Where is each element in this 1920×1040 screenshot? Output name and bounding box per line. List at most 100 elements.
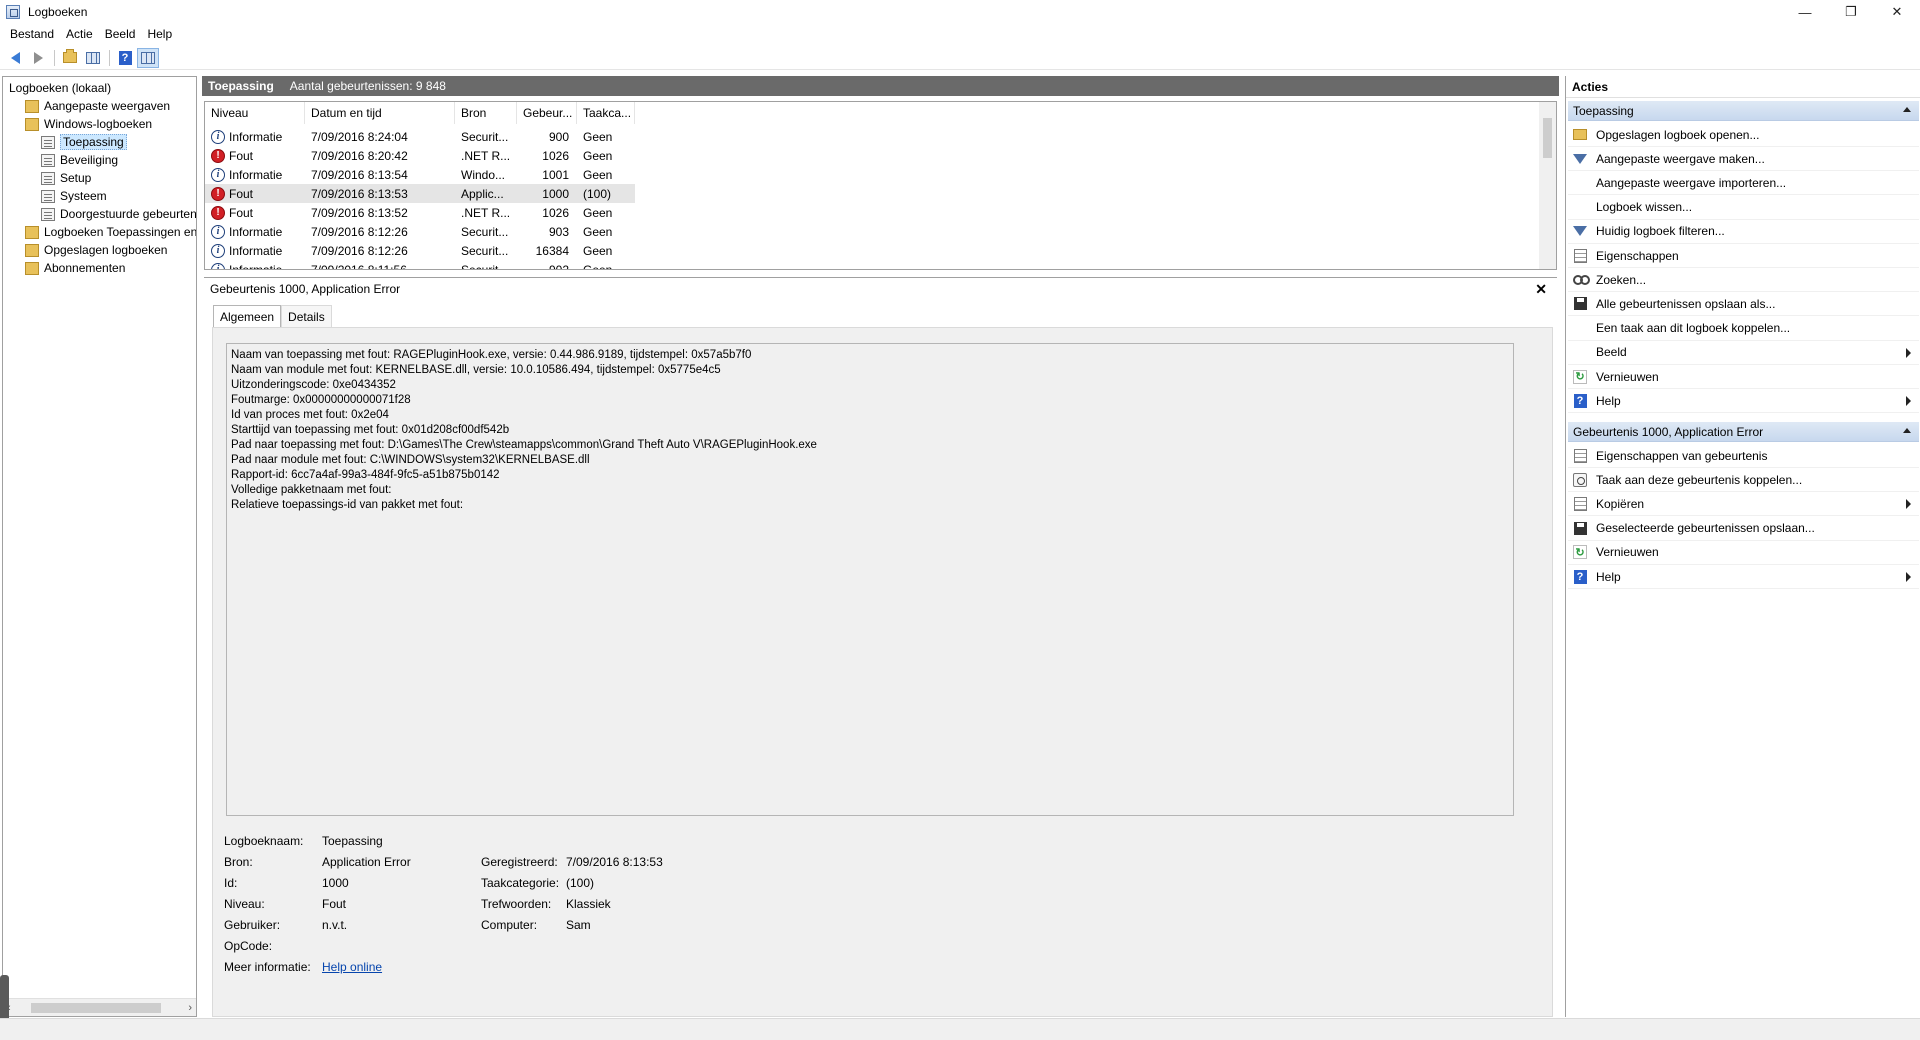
cell-text: Securit...: [461, 129, 509, 144]
table-row[interactable]: ! Fout 7/09/2016 8:13:53 Applic... 1000 (100): [205, 184, 635, 203]
prop-logboeknaam: Logboeknaam: Toepassing: [224, 831, 383, 851]
minimize-button[interactable]: —: [1782, 0, 1828, 24]
show-hide-tree-button[interactable]: [82, 48, 104, 68]
table-cell: 7/09/2016 8:12:26: [305, 222, 455, 241]
prop-label: Computer:: [481, 918, 538, 932]
action-item[interactable]: Alle gebeurtenissen opslaan als...: [1568, 292, 1919, 317]
action-item[interactable]: ? Help: [1568, 389, 1919, 414]
column-header[interactable]: Bron: [455, 102, 517, 124]
cell-text: 7/09/2016 8:24:04: [311, 129, 408, 144]
tree-item[interactable]: Toepassing: [41, 133, 127, 151]
column-header[interactable]: Gebeur...: [517, 102, 577, 124]
menu-actie[interactable]: Actie: [60, 27, 99, 41]
action-group-header[interactable]: Toepassing: [1568, 101, 1919, 121]
action-item[interactable]: Zoeken...: [1568, 268, 1919, 293]
close-detail-icon[interactable]: ✕: [1535, 281, 1547, 298]
table-row[interactable]: i Informatie 7/09/2016 8:11:56 Securit... 90…: [205, 260, 635, 269]
tree-item[interactable]: Logboeken Toepassingen en Se: [25, 223, 196, 241]
prop-label: Bron:: [224, 855, 253, 869]
cell-text: Informatie: [229, 243, 283, 258]
event-list-scrollbar[interactable]: [1539, 102, 1556, 269]
blank-icon: [1572, 175, 1588, 191]
action-item[interactable]: Een taak aan dit logboek koppelen...: [1568, 317, 1919, 341]
help-online-link[interactable]: Help online: [322, 960, 382, 974]
event-message-text[interactable]: Naam van toepassing met fout: RAGEPlugin…: [226, 343, 1514, 816]
scroll-thumb[interactable]: [1543, 118, 1552, 158]
table-row[interactable]: ! Fout 7/09/2016 8:13:52 .NET R... 1026 Geen: [205, 203, 635, 222]
table-cell: i Informatie: [205, 241, 305, 260]
table-cell: 7/09/2016 8:13:52: [305, 203, 455, 222]
tree-item[interactable]: Setup: [41, 169, 91, 187]
collapse-caret-icon[interactable]: [1903, 428, 1911, 433]
tree-item[interactable]: Aangepaste weergaven: [25, 97, 170, 115]
error-icon: !: [211, 148, 225, 163]
action-item[interactable]: ↻ Vernieuwen: [1568, 541, 1919, 565]
info-icon: i: [211, 129, 225, 144]
tree-item[interactable]: Opgeslagen logboeken: [25, 241, 167, 259]
forward-arrow-icon: [33, 51, 43, 64]
action-group-label: Gebeurtenis 1000, Application Error: [1573, 424, 1764, 439]
action-item[interactable]: Opgeslagen logboek openen...: [1568, 123, 1919, 147]
table-row[interactable]: i Informatie 7/09/2016 8:12:26 Securit... 90…: [205, 222, 635, 241]
tree-item[interactable]: Doorgestuurde gebeurtenis: [41, 205, 196, 223]
task-icon: [1572, 472, 1588, 488]
tree-item[interactable]: Systeem: [41, 187, 107, 205]
scroll-right-icon[interactable]: ›: [188, 1002, 192, 1014]
action-item[interactable]: Beeld: [1568, 341, 1919, 365]
column-header[interactable]: Niveau: [205, 102, 305, 124]
action-item[interactable]: Aangepaste weergave maken...: [1568, 147, 1919, 172]
cell-text: Applic...: [461, 186, 504, 201]
action-item[interactable]: ? Help: [1568, 565, 1919, 589]
properties-icon-glyph: [1573, 248, 1587, 263]
menu-bestand[interactable]: Bestand: [4, 27, 60, 41]
action-item[interactable]: ↻ Vernieuwen: [1568, 365, 1919, 389]
action-item-label: Logboek wissen...: [1596, 200, 1693, 215]
cell-text: Geen: [583, 167, 613, 182]
error-icon: !: [211, 186, 225, 201]
help-toolbar-button[interactable]: ?: [114, 48, 136, 68]
cell-text: 900: [548, 129, 569, 144]
column-header[interactable]: Taakca...: [577, 102, 635, 124]
tree-item[interactable]: Abonnementen: [25, 259, 125, 277]
action-item[interactable]: Aangepaste weergave importeren...: [1568, 171, 1919, 196]
menu-beeld[interactable]: Beeld: [99, 27, 142, 41]
table-cell: i Informatie: [205, 260, 305, 269]
table-cell: Geen: [577, 241, 635, 260]
action-group-label: Toepassing: [1573, 103, 1634, 118]
tab-details[interactable]: Details: [281, 305, 332, 327]
forward-button[interactable]: [27, 48, 49, 68]
collapse-caret-icon[interactable]: [1903, 107, 1911, 112]
action-item[interactable]: Eigenschappen: [1568, 244, 1919, 268]
action-group-header[interactable]: Gebeurtenis 1000, Application Error: [1568, 422, 1919, 442]
table-row[interactable]: i Informatie 7/09/2016 8:12:26 Securit... 16…: [205, 241, 635, 260]
show-actions-pane-button[interactable]: [137, 47, 159, 68]
action-item[interactable]: Huidig logboek filteren...: [1568, 220, 1919, 244]
table-row[interactable]: i Informatie 7/09/2016 8:13:54 Windo... 1001…: [205, 165, 635, 184]
close-window-button[interactable]: ✕: [1874, 0, 1920, 24]
action-item[interactable]: Geselecteerde gebeurtenissen opslaan...: [1568, 517, 1919, 541]
properties-icon: [1572, 248, 1588, 264]
up-folder-button[interactable]: [59, 48, 81, 68]
table-cell: 7/09/2016 8:12:26: [305, 241, 455, 260]
table-row[interactable]: i Informatie 7/09/2016 8:24:04 Securit... 90…: [205, 127, 635, 146]
tree-item[interactable]: Windows-logboeken: [25, 115, 152, 133]
prop-value: Fout: [322, 897, 347, 911]
restore-button[interactable]: ❐: [1828, 0, 1874, 24]
menu-help[interactable]: Help: [141, 27, 178, 41]
tree-horizontal-scrollbar[interactable]: ‹›: [3, 998, 196, 1016]
action-item[interactable]: Eigenschappen van gebeurtenis: [1568, 444, 1919, 468]
save-icon-glyph: [1573, 521, 1587, 535]
action-item[interactable]: Kopiëren: [1568, 492, 1919, 517]
column-header[interactable]: Datum en tijd: [305, 102, 455, 124]
tree-item[interactable]: Logboeken (lokaal): [9, 79, 111, 97]
tree-item[interactable]: Beveiliging: [41, 151, 118, 169]
info-icon: i: [211, 224, 225, 239]
table-row[interactable]: ! Fout 7/09/2016 8:20:42 .NET R... 1026 Geen: [205, 146, 635, 165]
table-cell: Securit...: [455, 222, 517, 241]
scroll-thumb[interactable]: [31, 1003, 161, 1013]
back-button[interactable]: [4, 48, 26, 68]
action-item[interactable]: Taak aan deze gebeurtenis koppelen...: [1568, 468, 1919, 493]
action-item[interactable]: Logboek wissen...: [1568, 196, 1919, 220]
event-list: Niveau Datum en tijd Bron Gebeur... Taakca..…: [204, 101, 1557, 270]
tab-algemeen[interactable]: Algemeen: [213, 305, 282, 328]
